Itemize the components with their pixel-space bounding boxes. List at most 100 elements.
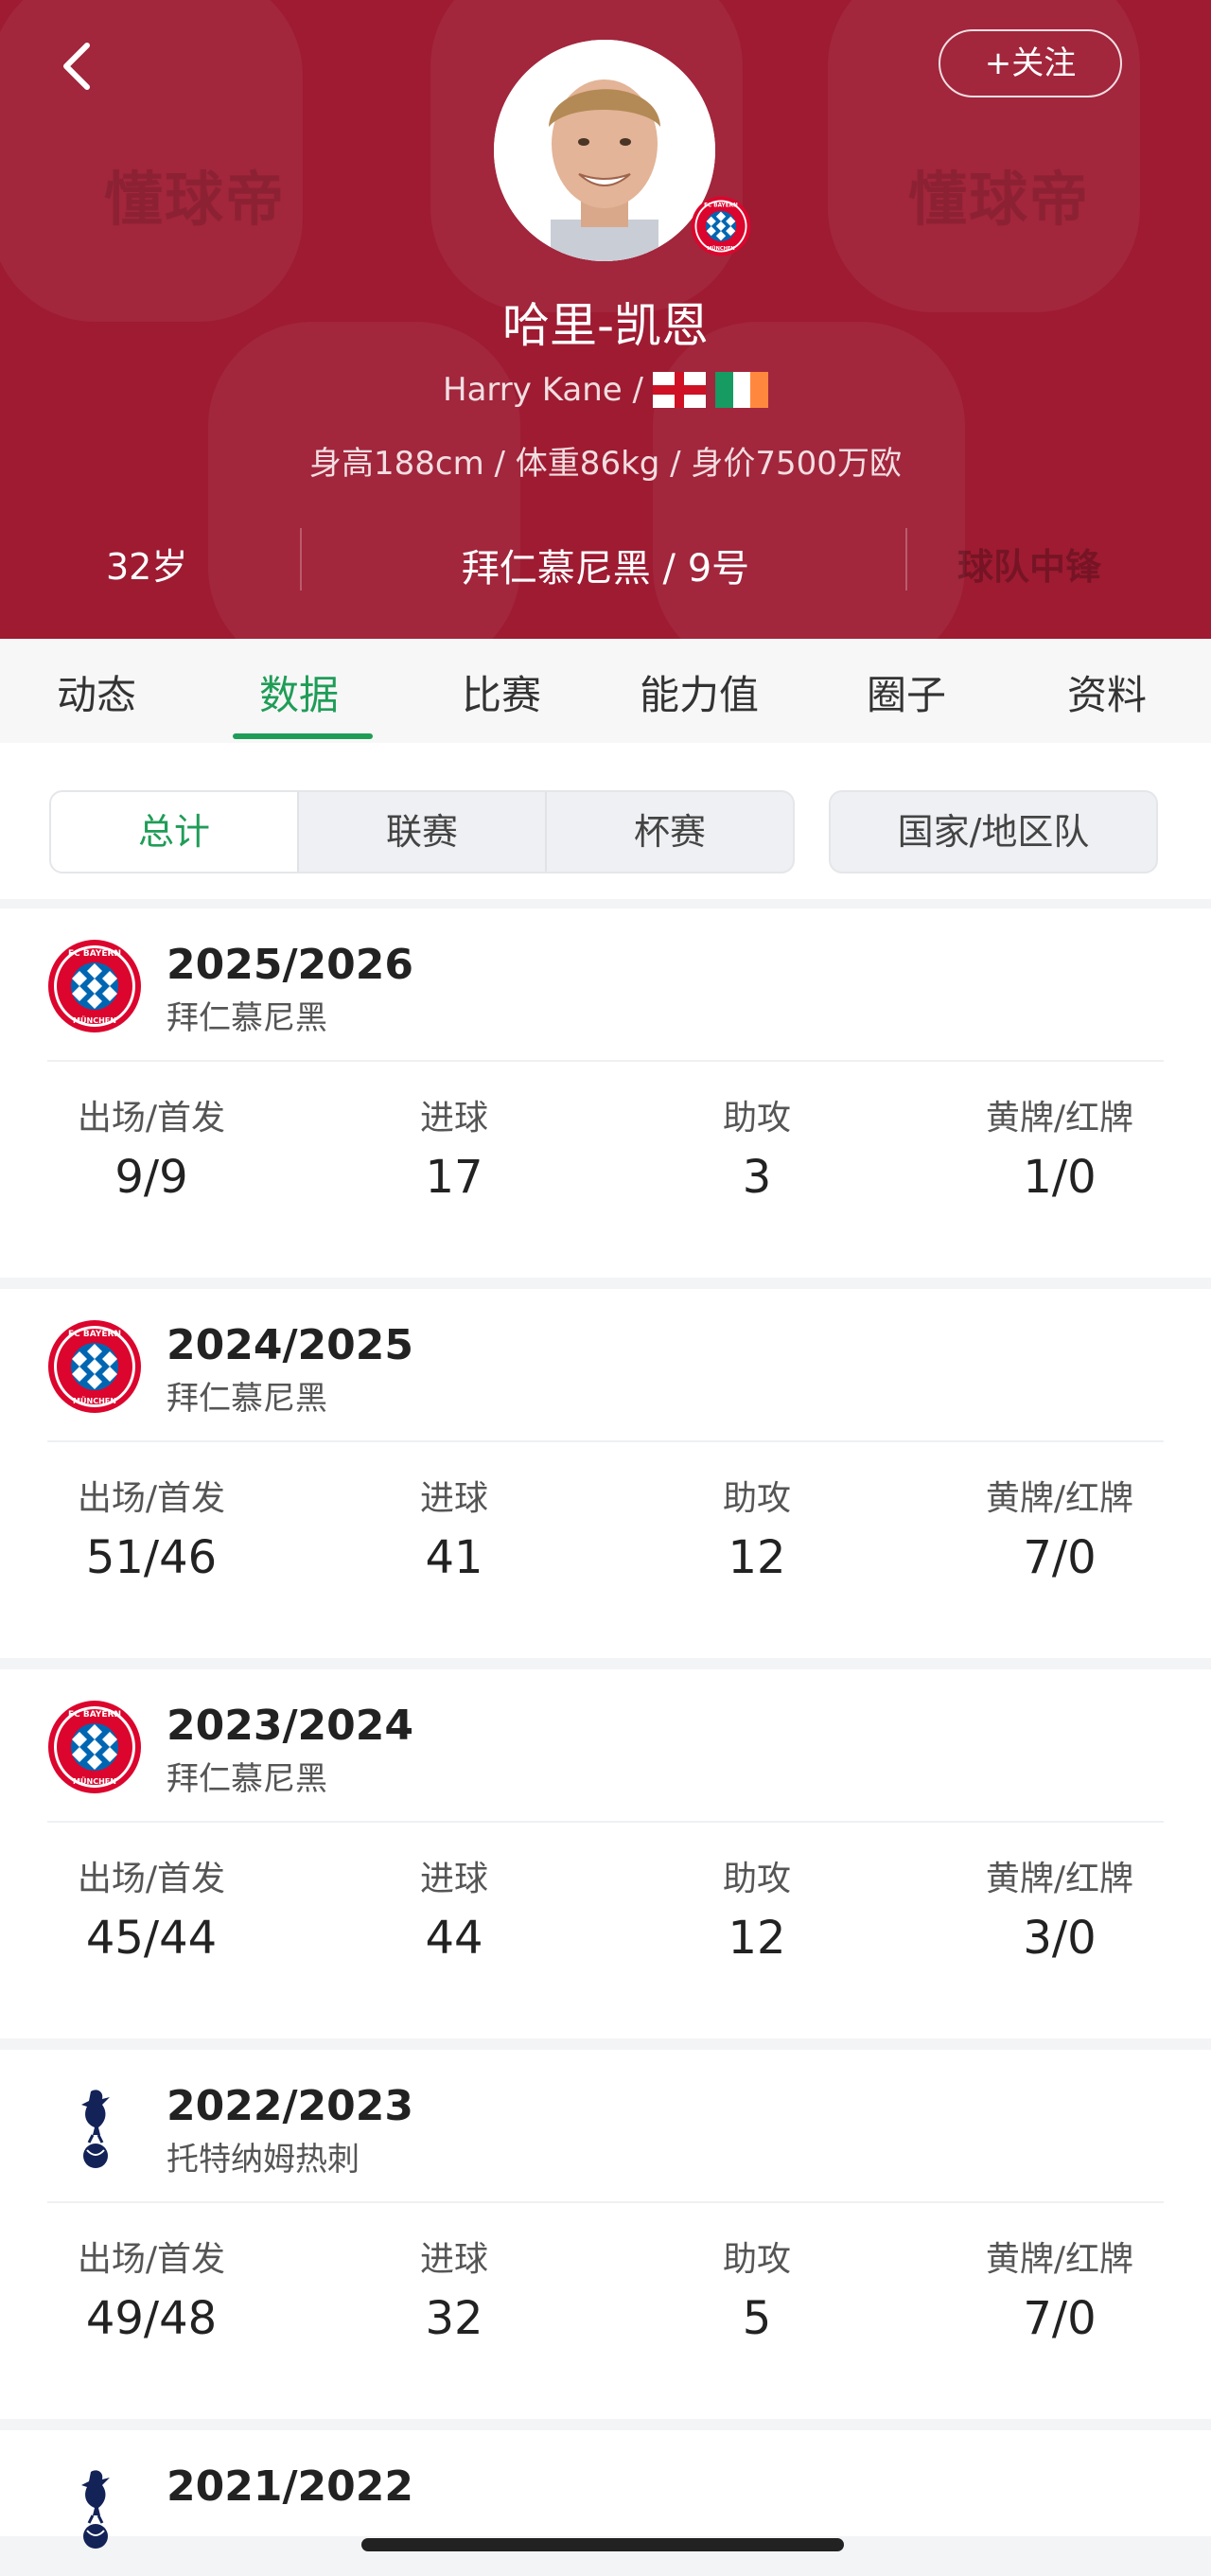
- stat-goals: 进球 17: [312, 1090, 596, 1204]
- stat-cards: 黄牌/红牌 7/0: [918, 2232, 1202, 2345]
- bayern-logo-icon: [47, 1319, 142, 1414]
- stat-value: 9/9: [114, 1151, 188, 1204]
- season-label: 2023/2024: [167, 1702, 413, 1750]
- stat-value: 41: [425, 1531, 483, 1584]
- bayern-logo-icon: [691, 196, 751, 256]
- divider: [47, 1060, 1164, 1062]
- stat-label: 进球: [419, 1479, 488, 1518]
- divider: [47, 2201, 1164, 2203]
- season-card[interactable]: 2022/2023 托特纳姆热刺 出场/首发 49/48 进球 32 助攻 5 黄牌/…: [0, 2050, 1211, 2419]
- player-name-en-row: Harry Kane /: [0, 369, 1211, 411]
- stat-label: 助攻: [722, 1099, 791, 1138]
- stat-value: 51/46: [85, 1531, 218, 1584]
- follow-button[interactable]: +关注: [939, 29, 1122, 97]
- stat-cards: 黄牌/红牌 3/0: [918, 1851, 1202, 1965]
- season-label: 2024/2025: [167, 1321, 413, 1369]
- stat-label: 助攻: [722, 1479, 791, 1518]
- segment-league[interactable]: 联赛: [297, 792, 545, 872]
- season-label: 2022/2023: [167, 2082, 413, 2130]
- stat-label: 助攻: [722, 2240, 791, 2279]
- stat-value: 49/48: [85, 2292, 218, 2345]
- stat-value: 3/0: [1023, 1912, 1097, 1965]
- tab-matches[interactable]: 比赛: [462, 663, 541, 721]
- stat-value: 7/0: [1023, 1531, 1097, 1584]
- divider: [905, 528, 907, 591]
- player-avatar: [494, 40, 715, 261]
- season-card[interactable]: 2023/2024 拜仁慕尼黑 出场/首发 45/44 进球 44 助攻 12 黄牌/…: [0, 1669, 1211, 2038]
- stat-label: 出场/首发: [77, 1860, 226, 1898]
- stat-value: 1/0: [1023, 1151, 1097, 1204]
- stat-goals: 进球 41: [312, 1471, 596, 1584]
- stats-filter: 总计 联赛 杯赛 国家/地区队: [0, 743, 1211, 899]
- player-bio: 身高188cm / 体重86kg / 身价7500万欧: [309, 445, 902, 483]
- ireland-flag-icon: [714, 372, 768, 408]
- tottenham-logo-icon: [47, 2461, 142, 2555]
- team-name: 拜仁慕尼黑: [167, 1380, 327, 1418]
- stat-value: 32: [425, 2292, 483, 2345]
- stat-goals: 进球 32: [312, 2232, 596, 2345]
- england-flag-icon: [652, 372, 706, 408]
- home-indicator[interactable]: [361, 2538, 844, 2551]
- season-label: 2021/2022: [167, 2462, 413, 2511]
- team-name: 托特纳姆热刺: [167, 2141, 360, 2179]
- stat-label: 出场/首发: [77, 1479, 226, 1518]
- tab-data[interactable]: 数据: [259, 663, 339, 721]
- tab-community[interactable]: 圈子: [867, 663, 946, 721]
- stat-cards: 黄牌/红牌 1/0: [918, 1090, 1202, 1204]
- stat-appearances: 出场/首发 45/44: [9, 1851, 293, 1965]
- watermark-logo: 懂球帝: [104, 165, 287, 234]
- player-name: 哈里-凯恩: [501, 298, 710, 353]
- season-card[interactable]: 2021/2022: [0, 2430, 1211, 2536]
- player-summary-bar: 32岁 拜仁慕尼黑 / 9号 球队中锋: [0, 528, 1211, 591]
- stat-assists: 助攻 12: [615, 1471, 899, 1584]
- stat-appearances: 出场/首发 49/48: [9, 2232, 293, 2345]
- season-card[interactable]: 2025/2026 拜仁慕尼黑 出场/首发 9/9 进球 17 助攻 3 黄牌/红牌 1…: [0, 909, 1211, 1278]
- bayern-logo-icon: [47, 939, 142, 1033]
- tab-profile[interactable]: 资料: [1067, 663, 1147, 721]
- stat-label: 黄牌/红牌: [985, 1479, 1134, 1518]
- stat-cards: 黄牌/红牌 7/0: [918, 1471, 1202, 1584]
- stat-value: 5: [742, 2292, 772, 2345]
- stat-label: 助攻: [722, 1860, 791, 1898]
- tab-ratings[interactable]: 能力值: [640, 663, 759, 721]
- stat-value: 45/44: [85, 1912, 218, 1965]
- national-team-button[interactable]: 国家/地区队: [829, 790, 1158, 873]
- segment-total[interactable]: 总计: [51, 792, 297, 872]
- stat-value: 12: [728, 1912, 786, 1965]
- tab-news[interactable]: 动态: [57, 663, 136, 721]
- stat-value: 17: [425, 1151, 483, 1204]
- back-arrow-icon[interactable]: [55, 38, 102, 95]
- stat-label: 黄牌/红牌: [985, 2240, 1134, 2279]
- stat-assists: 助攻 12: [615, 1851, 899, 1965]
- player-header: 懂球帝 懂球帝 +关注 哈里-凯恩 Harry Kane / 身高188cm /…: [0, 0, 1211, 639]
- stat-label: 进球: [419, 1099, 488, 1138]
- tottenham-logo-icon: [47, 2080, 142, 2175]
- stat-assists: 助攻 5: [615, 2232, 899, 2345]
- stat-value: 3: [742, 1151, 772, 1204]
- season-card[interactable]: 2024/2025 拜仁慕尼黑 出场/首发 51/46 进球 41 助攻 12 黄牌/…: [0, 1289, 1211, 1658]
- stat-appearances: 出场/首发 51/46: [9, 1471, 293, 1584]
- competition-segmented-control: 总计 联赛 杯赛: [49, 790, 795, 873]
- active-tab-indicator: [233, 733, 373, 739]
- player-name-en: Harry Kane /: [443, 371, 643, 409]
- stat-appearances: 出场/首发 9/9: [9, 1090, 293, 1204]
- team-name: 拜仁慕尼黑: [167, 999, 327, 1037]
- bayern-logo-icon: [47, 1700, 142, 1794]
- team-name: 拜仁慕尼黑: [167, 1760, 327, 1798]
- stat-value: 12: [728, 1531, 786, 1584]
- divider: [47, 1440, 1164, 1442]
- stat-value: 7/0: [1023, 2292, 1097, 2345]
- stat-value: 44: [425, 1912, 483, 1965]
- player-role: 球队中锋: [957, 546, 1102, 588]
- season-label: 2025/2026: [167, 941, 413, 989]
- segment-cup[interactable]: 杯赛: [545, 792, 793, 872]
- stat-assists: 助攻 3: [615, 1090, 899, 1204]
- divider: [47, 1821, 1164, 1823]
- stat-label: 进球: [419, 2240, 488, 2279]
- stat-label: 出场/首发: [77, 2240, 226, 2279]
- watermark-logo: 懂球帝: [908, 165, 1091, 234]
- stat-label: 出场/首发: [77, 1099, 226, 1138]
- stat-label: 黄牌/红牌: [985, 1860, 1134, 1898]
- stat-goals: 进球 44: [312, 1851, 596, 1965]
- stat-label: 进球: [419, 1860, 488, 1898]
